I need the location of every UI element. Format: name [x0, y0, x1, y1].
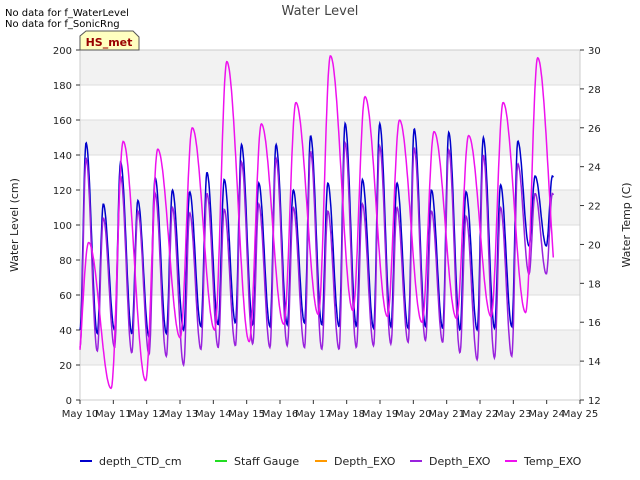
x-tick-label: May 15 [228, 409, 265, 420]
legend-label: Depth_EXO [334, 455, 396, 468]
y2-axis-label: Water Temp (C) [620, 182, 633, 267]
badge-label: HS_met [86, 36, 133, 49]
chart-title: Water Level [282, 4, 359, 19]
y-axis-label: Water Level (cm) [8, 178, 21, 272]
y-tick-label: 100 [53, 221, 72, 232]
grid-band [80, 330, 580, 365]
y-tick-label: 40 [59, 326, 72, 337]
x-tick-label: May 17 [295, 409, 332, 420]
y-tick-label: 60 [59, 291, 72, 302]
y2-tick-label: 26 [588, 124, 601, 135]
y2-tick-label: 20 [588, 240, 601, 251]
y2-tick-label: 22 [588, 202, 601, 213]
legend-label: Staff Gauge [234, 455, 299, 468]
x-tick-label: May 25 [562, 409, 599, 420]
y2-tick-label: 18 [588, 279, 601, 290]
y-tick-label: 120 [53, 186, 72, 197]
x-tick-label: May 21 [428, 409, 465, 420]
x-tick-label: May 20 [395, 409, 432, 420]
x-tick-label: May 19 [362, 409, 399, 420]
y2-tick-label: 14 [588, 357, 601, 368]
x-tick-label: May 13 [162, 409, 199, 420]
x-tick-label: May 22 [462, 409, 499, 420]
grid-band [80, 120, 580, 155]
y2-tick-label: 12 [588, 396, 601, 407]
legend-label: depth_CTD_cm [99, 455, 182, 468]
x-tick-label: May 23 [495, 409, 532, 420]
x-tick-label: May 24 [528, 409, 565, 420]
y-tick-label: 0 [66, 396, 72, 407]
x-tick-label: May 11 [95, 409, 132, 420]
y2-tick-label: 16 [588, 318, 601, 329]
x-tick-label: May 16 [262, 409, 299, 420]
y2-tick-label: 28 [588, 85, 601, 96]
hs-met-badge: HS_met [79, 30, 140, 51]
y2-tick-label: 24 [588, 163, 601, 174]
water-level-chart: Water Level May 10May 11May 12May 13May … [8, 4, 633, 468]
legend-label: Depth_EXO [429, 455, 491, 468]
y-tick-label: 160 [53, 116, 72, 127]
x-tick-label: May 14 [195, 409, 232, 420]
legend-label: Temp_EXO [523, 455, 582, 468]
y2-tick-label: 30 [588, 46, 601, 57]
x-tick-label: May 10 [62, 409, 99, 420]
y-tick-label: 140 [53, 151, 72, 162]
y-tick-label: 20 [59, 361, 72, 372]
y-tick-label: 200 [53, 46, 72, 57]
legend: depth_CTD_cm Staff Gauge Depth_EXO Depth_EX… [80, 455, 582, 468]
x-tick-label: May 12 [128, 409, 165, 420]
y-tick-label: 180 [53, 81, 72, 92]
x-tick-label: May 18 [328, 409, 365, 420]
y-tick-label: 80 [59, 256, 72, 267]
